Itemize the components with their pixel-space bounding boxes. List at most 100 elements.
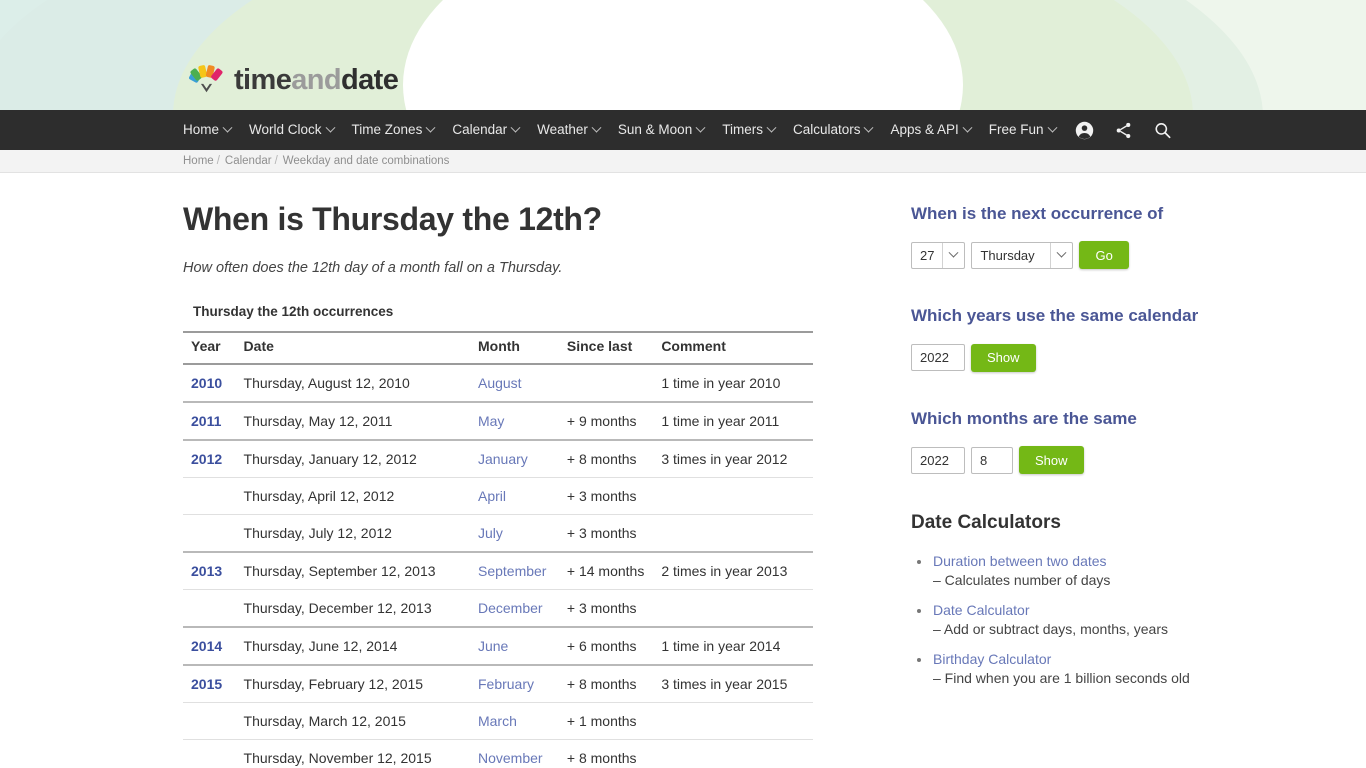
nav-item-world-clock[interactable]: World Clock: [240, 110, 343, 150]
cell-month[interactable]: July: [469, 514, 559, 553]
breadcrumb-home[interactable]: Home: [183, 155, 214, 167]
search-icon: [1155, 122, 1171, 138]
chevron-down-icon: [200, 83, 213, 93]
same-calendar-show-button[interactable]: Show: [971, 343, 1036, 372]
cell-month[interactable]: June: [469, 626, 559, 666]
nav-label: Apps & API: [890, 122, 959, 137]
go-button[interactable]: Go: [1079, 241, 1129, 270]
calculator-description: – Find when you are 1 billion seconds ol…: [933, 670, 1190, 687]
cell-year[interactable]: 2012: [183, 439, 236, 478]
month-link[interactable]: February: [478, 676, 534, 692]
cell-month[interactable]: December: [469, 589, 559, 628]
site-logo[interactable]: timeanddate: [183, 60, 399, 100]
cell-year[interactable]: 2014: [183, 626, 236, 666]
month-link[interactable]: January: [478, 451, 528, 467]
nav-item-weather[interactable]: Weather: [528, 110, 609, 150]
table-row: 2015 Thursday, February 12, 2015 February +…: [183, 664, 813, 703]
month-link[interactable]: November: [478, 750, 543, 766]
cell-month[interactable]: January: [469, 439, 559, 478]
share-button[interactable]: [1104, 110, 1143, 150]
month-link[interactable]: May: [478, 413, 504, 429]
cell-month[interactable]: August: [469, 364, 559, 403]
nav-item-calendar[interactable]: Calendar: [443, 110, 528, 150]
account-menu[interactable]: [1065, 110, 1104, 150]
cell-date: Thursday, December 12, 2013: [235, 589, 470, 628]
nav-item-sun-and-moon[interactable]: Sun & Moon: [609, 110, 713, 150]
weekday-select[interactable]: Thursday: [971, 241, 1074, 269]
chevron-down-icon: [864, 122, 874, 133]
chevron-down-icon: [222, 122, 233, 133]
cell-since-last: + 3 months: [558, 514, 654, 553]
cell-month[interactable]: April: [469, 477, 559, 515]
table-row: Thursday, July 12, 2012 July + 3 months: [183, 514, 813, 553]
cell-month[interactable]: May: [469, 401, 559, 441]
breadcrumb-current: Weekday and date combinations: [282, 155, 450, 167]
sidebar: When is the next occurrence of 27 Thursd…: [911, 201, 1211, 768]
next-occurrence-form: 27 Thursday Go: [911, 241, 1211, 270]
chevron-down-icon[interactable]: [942, 242, 964, 268]
column-header-year: Year: [183, 331, 236, 365]
cell-month[interactable]: March: [469, 702, 559, 740]
month-link[interactable]: July: [478, 525, 503, 541]
calculator-link[interactable]: Date Calculator: [933, 602, 1211, 618]
cell-month[interactable]: September: [469, 551, 559, 590]
month-link[interactable]: April: [478, 488, 506, 504]
same-months-year-input[interactable]: 2022: [911, 446, 965, 474]
search-button[interactable]: [1143, 110, 1182, 150]
chevron-down-icon: [766, 122, 777, 133]
year-link[interactable]: 2012: [191, 451, 222, 467]
nav-item-calculators[interactable]: Calculators: [784, 110, 882, 150]
cell-comment: [653, 514, 813, 553]
nav-item-time-zones[interactable]: Time Zones: [343, 110, 444, 150]
nav-label: Sun & Moon: [617, 122, 693, 137]
cell-year[interactable]: 2011: [183, 401, 236, 441]
cell-since-last: [558, 364, 654, 403]
cell-comment: 1 time in year 2011: [653, 401, 813, 441]
year-link[interactable]: 2013: [191, 563, 222, 579]
logo-text-time: time: [234, 63, 292, 96]
chevron-down-icon: [1047, 122, 1058, 133]
nav-item-apps-and-api[interactable]: Apps & API: [881, 110, 979, 150]
breadcrumb-calendar[interactable]: Calendar: [225, 155, 272, 167]
month-link[interactable]: March: [478, 713, 517, 729]
cell-month[interactable]: November: [469, 739, 559, 768]
nav-item-timers[interactable]: Timers: [713, 110, 784, 150]
year-link[interactable]: 2011: [191, 413, 221, 429]
same-months-show-button[interactable]: Show: [1019, 446, 1084, 475]
column-header-month: Month: [469, 331, 559, 365]
cell-date: Thursday, May 12, 2011: [235, 401, 470, 441]
month-link[interactable]: August: [478, 375, 522, 391]
cell-year[interactable]: 2010: [183, 364, 236, 403]
timeanddate-sunburst-logo: [183, 63, 229, 97]
column-header-comment: Comment: [653, 331, 813, 365]
day-select[interactable]: 27: [911, 241, 966, 269]
breadcrumb-separator: /: [216, 155, 220, 167]
table-row: Thursday, April 12, 2012 April + 3 months: [183, 477, 813, 515]
year-link[interactable]: 2014: [191, 638, 222, 654]
list-item: Date Calculator – Add or subtract days, m…: [915, 602, 1211, 637]
table-row: Thursday, December 12, 2013 December + 3 m…: [183, 589, 813, 628]
same-months-month-input[interactable]: 8: [971, 446, 1013, 474]
cell-year: [183, 514, 236, 553]
cell-year[interactable]: 2015: [183, 664, 236, 703]
calculator-link[interactable]: Birthday Calculator: [933, 651, 1211, 667]
nav-item-home[interactable]: Home: [183, 110, 240, 150]
cell-since-last: + 6 months: [558, 626, 654, 666]
chevron-down-icon: [510, 122, 521, 133]
same-calendar-form: 2022 Show: [911, 343, 1211, 372]
calculator-link[interactable]: Duration between two dates: [933, 553, 1211, 569]
year-link[interactable]: 2015: [191, 676, 222, 692]
year-link[interactable]: 2010: [191, 375, 222, 391]
month-link[interactable]: September: [478, 563, 546, 579]
cell-year[interactable]: 2013: [183, 551, 236, 590]
cell-year: [183, 589, 236, 628]
cell-year: [183, 739, 236, 768]
table-row: 2012 Thursday, January 12, 2012 January + 8…: [183, 439, 813, 478]
nav-item-free-fun[interactable]: Free Fun: [980, 110, 1065, 150]
month-link[interactable]: December: [478, 600, 543, 616]
cell-since-last: + 9 months: [558, 401, 654, 441]
same-calendar-year-input[interactable]: 2022: [911, 344, 965, 372]
cell-month[interactable]: February: [469, 664, 559, 703]
chevron-down-icon[interactable]: [1050, 242, 1072, 268]
month-link[interactable]: June: [478, 638, 508, 654]
